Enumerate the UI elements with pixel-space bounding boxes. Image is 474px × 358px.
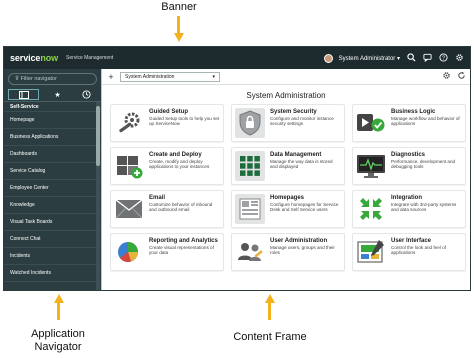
card-title: System Security	[270, 109, 317, 115]
settings-gear-icon[interactable]	[442, 71, 451, 82]
card-title: Email	[149, 195, 166, 201]
navigator-scroll-thumb[interactable]	[96, 106, 100, 166]
nav-item-visual-task-boards[interactable]: Visual Task Boards	[4, 214, 101, 231]
card-title: Business Logic	[391, 109, 436, 115]
card-diagnostics[interactable]: Diagnostics Performance, development and …	[352, 147, 466, 185]
navigator-arrow	[57, 302, 60, 320]
card-title: Diagnostics	[391, 152, 426, 158]
banner-arrow-head	[173, 33, 184, 42]
nav-item-homepage[interactable]: Homepage	[4, 112, 101, 129]
homepage-icon	[235, 194, 265, 224]
shield-icon	[235, 108, 265, 138]
refresh-icon[interactable]	[457, 71, 466, 82]
clock-icon	[82, 90, 91, 99]
card-title: Data Management	[270, 152, 322, 158]
gear-icon[interactable]	[454, 53, 464, 63]
banner-arrow	[177, 16, 180, 34]
nav-item-knowledge[interactable]: Knowledge	[4, 197, 101, 214]
card-email[interactable]: Email Customize behavior of inbound and o…	[110, 190, 224, 228]
card-title: Homepages	[270, 195, 305, 201]
card-create-and-deploy[interactable]: Create and Deploy Create, modify and depl…	[110, 147, 224, 185]
nav-section-self-service[interactable]: Self-Service	[4, 102, 101, 112]
card-user-interface[interactable]: User Interface Control the look and feel …	[352, 233, 466, 271]
grid-icon	[235, 151, 265, 181]
star-icon: ★	[54, 91, 61, 99]
card-title: Reporting and Analytics	[149, 238, 218, 244]
boxes-icon	[114, 151, 144, 181]
instance-subtitle: Service Management	[66, 55, 114, 61]
arrows-in-icon	[356, 194, 386, 224]
card-business-logic[interactable]: Business Logic Manage workflow and behavi…	[352, 104, 466, 142]
card-description: Manage the way data is stored and displa…	[270, 159, 333, 170]
card-title: Create and Deploy	[149, 152, 202, 158]
card-guided-setup[interactable]: Guided Setup Guided Setup tools to help y…	[110, 104, 224, 142]
nav-item-incidents[interactable]: Incidents	[4, 248, 101, 265]
card-description: Integrate with 3rd-party systems and dat…	[391, 202, 457, 213]
paint-icon	[356, 237, 386, 267]
all-apps-icon	[18, 90, 29, 99]
card-description: Guided Setup tools to help you set up Se…	[149, 116, 220, 127]
search-icon[interactable]	[406, 53, 416, 63]
screenshot-root: Banner servicenow Service Management Sys…	[0, 0, 474, 358]
card-title: Guided Setup	[149, 109, 188, 115]
card-description: Control the look and feel of application…	[391, 245, 446, 256]
application-selector[interactable]: System Administration ▾	[120, 71, 220, 82]
card-title: Integration	[391, 195, 422, 201]
module-grid: Guided Setup Guided Setup tools to help y…	[102, 104, 470, 271]
card-reporting-and-analytics[interactable]: Reporting and Analytics Create visual rep…	[110, 233, 224, 271]
envelope-icon	[114, 194, 144, 224]
app-window: servicenow Service Management System Adm…	[3, 46, 471, 291]
filter-navigator-input[interactable]: ⊽ Filter navigator	[8, 73, 97, 85]
help-icon[interactable]: ?	[438, 53, 448, 63]
navigator-list: Self-Service Homepage Business Applicati…	[4, 102, 101, 290]
banner-annotation: Banner	[161, 1, 197, 13]
nav-item-employee-center[interactable]: Employee Center	[4, 180, 101, 197]
card-description: Performance, development and debugging t…	[391, 159, 456, 170]
user-menu[interactable]: System Administrator ▾	[339, 55, 400, 62]
favorites-tab[interactable]: ★	[43, 88, 72, 101]
nav-item-watched-incidents[interactable]: Watched Incidents	[4, 265, 101, 282]
card-description: Manage users, groups and their roles	[270, 245, 335, 256]
history-tab[interactable]	[72, 88, 101, 101]
card-description: Create, modify and deploy applications t…	[149, 159, 210, 170]
card-description: Customize behavior of inbound and outbou…	[149, 202, 213, 213]
application-navigator-annotation: Application Navigator	[31, 328, 85, 353]
card-title: User Interface	[391, 238, 432, 244]
card-description: Create visual representations of your da…	[149, 245, 214, 256]
card-description: Configure homepages for Service Desk and…	[270, 202, 339, 213]
card-user-administration[interactable]: User Administration Manage users, groups …	[231, 233, 345, 271]
content-frame-annotation: Content Frame	[233, 331, 307, 343]
play-check-icon	[356, 108, 386, 138]
chat-icon[interactable]	[422, 53, 432, 63]
svg-text:?: ?	[442, 56, 445, 62]
application-navigator: ⊽ Filter navigator ★ Self-Service Homepa…	[4, 69, 101, 290]
wrench-gear-icon	[114, 108, 144, 138]
avatar[interactable]	[323, 53, 333, 63]
filter-icon: ⊽	[15, 76, 20, 82]
content-frame: + System Administration ▾ System Administ…	[101, 69, 470, 290]
nav-item-business-applications[interactable]: Business Applications	[4, 129, 101, 146]
nav-item-connect-chat[interactable]: Connect Chat	[4, 231, 101, 248]
card-title: User Administration	[270, 238, 328, 244]
navigator-tabs: ★	[4, 88, 101, 102]
card-homepages[interactable]: Homepages Configure homepages for Service…	[231, 190, 345, 228]
page-title: System Administration	[246, 91, 326, 100]
content-toolbar: + System Administration ▾	[102, 69, 470, 85]
card-description: Configure and monitor instance security …	[270, 116, 334, 127]
add-tab-button[interactable]: +	[106, 72, 116, 82]
monitor-icon	[356, 151, 386, 181]
card-system-security[interactable]: System Security Configure and monitor ins…	[231, 104, 345, 142]
card-data-management[interactable]: Data Management Manage the way data is st…	[231, 147, 345, 185]
nav-item-service-catalog[interactable]: Service Catalog	[4, 163, 101, 180]
all-apps-tab[interactable]	[8, 89, 39, 100]
card-integration[interactable]: Integration Integrate with 3rd-party syst…	[352, 190, 466, 228]
users-icon	[235, 237, 265, 267]
pie-chart-icon	[114, 237, 144, 267]
nav-item-dashboards[interactable]: Dashboards	[4, 146, 101, 163]
servicenow-logo[interactable]: servicenow	[10, 53, 58, 63]
card-description: Manage workflow and behavior of applicat…	[391, 116, 460, 127]
content-frame-arrow	[268, 302, 271, 320]
banner: servicenow Service Management System Adm…	[4, 47, 470, 69]
